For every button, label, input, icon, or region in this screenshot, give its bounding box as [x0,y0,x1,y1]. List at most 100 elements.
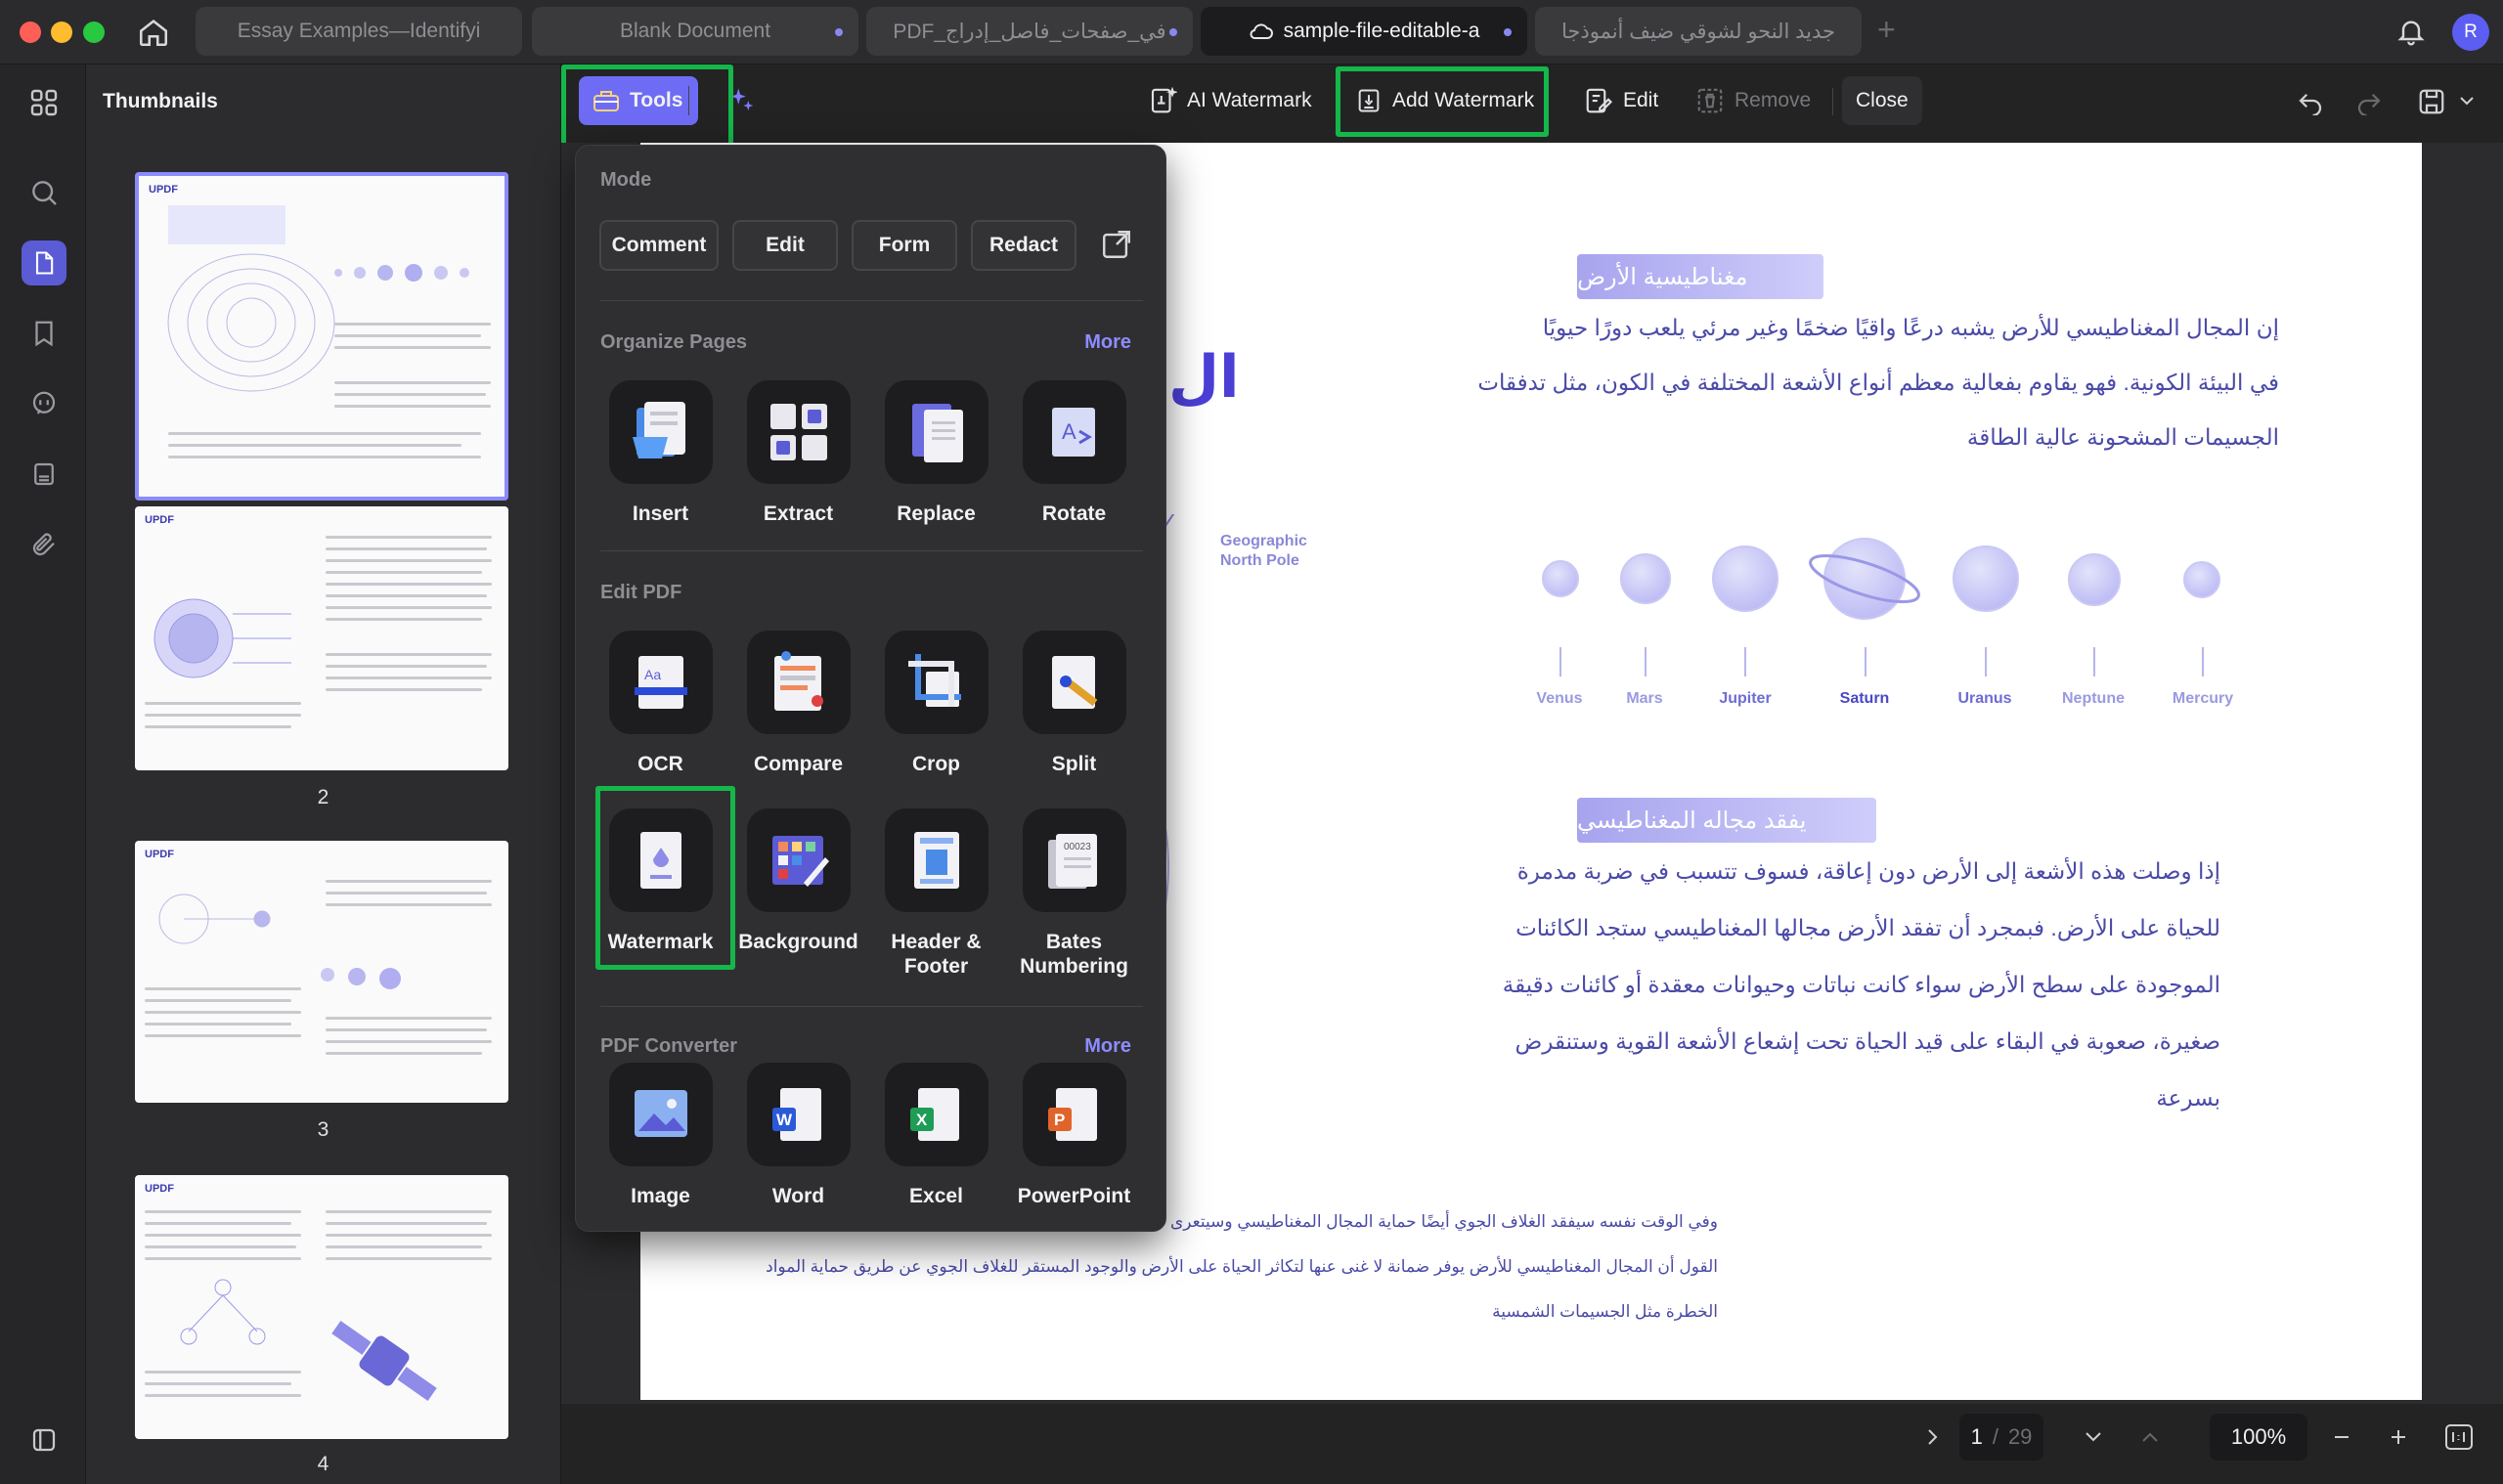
paragraph-line: وفي الوقت نفسه سيفقد الغلاف الجوي أيضًا … [1119,1212,1718,1231]
thumbnail-page-1[interactable]: UPDF [135,172,508,501]
zoom-in-icon[interactable] [2386,1425,2411,1449]
insert-tool[interactable]: Insert [594,380,726,526]
bates-numbering-tool[interactable]: 00023 Bates Numbering [1008,808,1140,979]
convert-powerpoint-label: PowerPoint [1017,1185,1131,1207]
brand-logo: UPDF [145,1183,174,1195]
thumbnails-icon[interactable] [22,240,66,285]
stamp-icon[interactable] [22,452,66,497]
apps-grid-icon[interactable] [22,80,66,125]
search-icon[interactable] [22,170,66,215]
brand-logo: UPDF [145,514,174,526]
minimize-window-button[interactable] [51,22,72,43]
prev-page-icon[interactable] [2137,1425,2163,1449]
tab-essay-examples[interactable]: Essay Examples—Identifyi [196,7,522,56]
paragraph-line: إذا وصلت هذه الأشعة إلى الأرض دون إعاقة،… [1516,858,2220,884]
compare-tool[interactable]: Compare [732,631,864,776]
main-toolbar: Tools AI Watermark Add Watermark Edit Re… [561,65,2503,143]
svg-text:00023: 00023 [1064,842,1091,852]
trash-icon [1695,85,1725,116]
page-number: 4 [317,1453,329,1475]
mode-redact-button[interactable]: Redact [971,220,1076,271]
rotate-label: Rotate [1041,502,1107,525]
extract-icon [746,380,851,484]
ocr-tool[interactable]: Aa OCR [594,631,726,776]
zoom-window-button[interactable] [83,22,105,43]
svg-text:A: A [1062,419,1076,444]
planet-uranus [1953,546,2019,612]
left-rail [0,65,86,1484]
tab-arabic-grammar[interactable]: جديد النحو لشوقي ضيف أنموذجا [1535,7,1862,56]
chevron-down-icon[interactable] [2458,94,2476,108]
undo-icon[interactable] [2296,86,2325,115]
chevron-right-icon[interactable] [1920,1425,1944,1449]
tools-popover: Mode Comment Edit Form Redact Organize P… [575,145,1166,1232]
thumbnail-page-4[interactable]: UPDF [135,1175,508,1439]
replace-label: Replace [897,502,976,525]
next-page-icon[interactable] [2081,1425,2106,1449]
insert-label: Insert [632,502,689,525]
planet-label: Jupiter [1719,690,1772,707]
rotate-tool[interactable]: A Rotate [1008,380,1140,526]
paragraph-line: صغيرة، صعوبة في البقاء على قيد الحياة تح… [1515,1028,2220,1054]
tab-blank-document[interactable]: Blank Document [532,7,858,56]
extract-tool[interactable]: Extract [732,380,864,526]
edit-watermark-button[interactable]: Edit [1570,76,1672,125]
extract-label: Extract [763,502,834,525]
home-icon[interactable] [137,16,170,49]
convert-excel-tool[interactable]: X Excel [870,1063,1002,1208]
replace-tool[interactable]: Replace [870,380,1002,526]
mode-form-button[interactable]: Form [852,220,957,271]
layers-icon[interactable] [22,1418,66,1462]
comment-icon[interactable] [22,381,66,426]
mode-edit-button[interactable]: Edit [732,220,838,271]
actual-size-icon[interactable] [2444,1423,2474,1451]
divider [600,300,1143,301]
edit-pdf-section-title: Edit PDF [600,582,682,603]
page-number: 2 [317,786,329,808]
svg-text:P: P [1054,1111,1065,1129]
external-link-icon[interactable] [1100,228,1133,261]
total-pages: 29 [2007,1424,2033,1449]
split-tool[interactable]: Split [1008,631,1140,776]
unsaved-dot [1504,28,1512,36]
close-window-button[interactable] [20,22,41,43]
mode-comment-button[interactable]: Comment [599,220,719,271]
crop-tool[interactable]: Crop [870,631,1002,776]
close-watermark-button[interactable]: Close [1842,76,1922,125]
planet-label: Uranus [1957,690,2012,707]
organize-section-title: Organize Pages [600,331,748,353]
zoom-level[interactable]: 100% [2210,1414,2307,1461]
replace-icon [884,380,988,484]
save-icon[interactable] [2417,86,2446,117]
attachment-icon[interactable] [22,522,66,567]
remove-watermark-button[interactable]: Remove [1682,76,1824,125]
planet-tick [1985,647,1987,677]
thumbnail-page-3[interactable]: UPDF [135,841,508,1103]
header-footer-label: Header & Footer [891,931,982,978]
bell-icon[interactable] [2395,15,2427,48]
planet-tick [2202,647,2204,677]
bookmark-icon[interactable] [22,311,66,356]
paragraph-line: في البيئة الكونية. فهو يقاوم بفعالية معظ… [1477,370,2279,395]
add-tab-button[interactable]: + [1877,12,1896,48]
planet-mars [1620,553,1671,604]
convert-word-tool[interactable]: W Word [732,1063,864,1208]
header-footer-tool[interactable]: Header & Footer [870,808,1002,979]
edit-icon [1584,85,1613,116]
organize-more-link[interactable]: More [1084,331,1131,354]
thumbnails-title: Thumbnails [103,90,218,112]
thumbnails-panel: Thumbnails UPDF 1 UPDF 2 UPDF 3 UPDF [86,65,561,1484]
tab-sample-file[interactable]: sample-file-editable-a [1201,7,1527,56]
zoom-out-icon[interactable] [2329,1425,2354,1449]
convert-powerpoint-tool[interactable]: P PowerPoint [1008,1063,1140,1208]
page-input[interactable]: 1 / 29 [1959,1414,2043,1461]
redo-icon[interactable] [2354,86,2384,115]
tab-pdf-arabic[interactable]: PDF_في_صفحات_فاصل_إدراج [866,7,1193,56]
converter-more-link[interactable]: More [1084,1035,1131,1058]
split-label: Split [1051,753,1097,775]
ai-watermark-button[interactable]: AI Watermark [1134,76,1326,125]
avatar[interactable]: R [2452,14,2489,51]
convert-image-tool[interactable]: Image [594,1063,726,1208]
background-tool[interactable]: Background [732,808,864,954]
thumbnail-page-2[interactable]: UPDF [135,506,508,770]
